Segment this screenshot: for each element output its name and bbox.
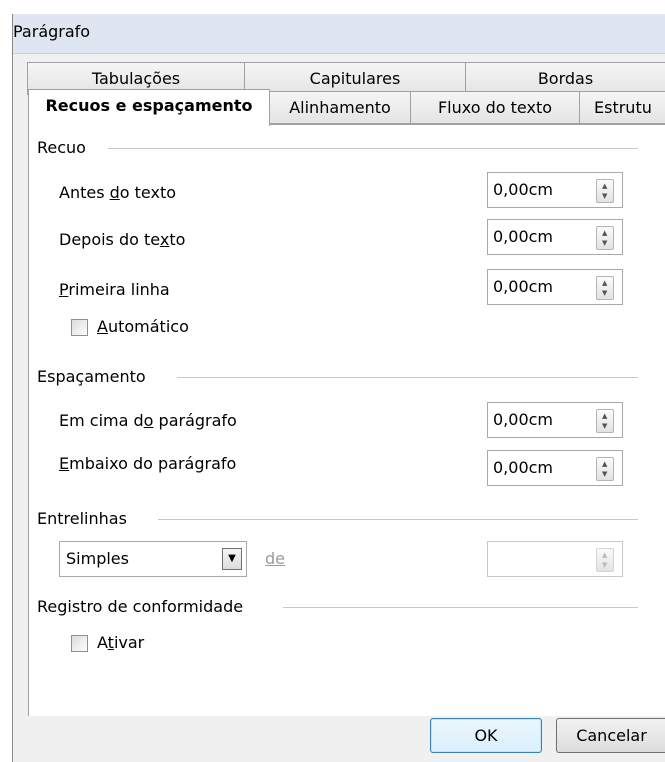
cancel-button[interactable]: Cancelar <box>556 718 665 753</box>
above-paragraph-spinner[interactable]: 0,00cm ▲ ▼ <box>487 402 623 438</box>
below-paragraph-label: Embaixo do parágrafo <box>59 454 237 473</box>
tab-fluxo-do-texto[interactable]: Fluxo do texto <box>410 91 580 124</box>
tab-alinhamento[interactable]: Alinhamento <box>269 91 411 124</box>
screen-background <box>0 0 665 14</box>
indent-section-title: Recuo <box>37 138 94 157</box>
above-paragraph-value: 0,00cm <box>493 410 554 429</box>
after-text-label: Depois do texto <box>59 230 186 249</box>
above-paragraph-label: Em cima do parágrafo <box>59 411 237 430</box>
line-spacing-amount-spinner[interactable]: ▲ ▼ <box>487 541 623 577</box>
paragraph-dialog: Parágrafo Tabulações Capitulares Bordas … <box>12 14 665 762</box>
activate-label: Ativar <box>97 633 145 652</box>
spin-arrows-icon[interactable]: ▲ ▼ <box>596 179 614 203</box>
chevron-down-icon[interactable]: ▼ <box>222 548 242 570</box>
section-divider <box>108 148 638 149</box>
after-text-spinner[interactable]: 0,00cm ▲ ▼ <box>487 219 623 255</box>
first-line-spinner[interactable]: 0,00cm ▲ ▼ <box>487 269 623 305</box>
line-spacing-section-title: Entrelinhas <box>37 509 135 528</box>
ok-button[interactable]: OK <box>430 718 542 753</box>
spin-arrows-icon[interactable]: ▲ ▼ <box>596 276 614 300</box>
after-text-value: 0,00cm <box>493 227 554 246</box>
below-paragraph-spinner[interactable]: 0,00cm ▲ ▼ <box>487 450 623 486</box>
before-text-label: Antes do texto <box>59 183 177 202</box>
automatic-label: Automático <box>97 317 189 336</box>
of-label: de <box>265 549 285 568</box>
section-divider <box>177 377 638 378</box>
tab-estrutura[interactable]: Estrutu <box>579 91 665 124</box>
spin-arrows-icon[interactable]: ▲ ▼ <box>596 409 614 433</box>
register-section-title: Registro de conformidade <box>37 597 252 616</box>
window-title: Parágrafo <box>13 22 91 41</box>
first-line-label: Primeira linha <box>59 280 170 299</box>
section-divider <box>283 607 638 608</box>
spin-arrows-icon[interactable]: ▲ ▼ <box>596 548 614 572</box>
spin-arrows-icon[interactable]: ▲ ▼ <box>596 226 614 250</box>
automatic-checkbox[interactable] <box>71 319 88 336</box>
spin-arrows-icon[interactable]: ▲ ▼ <box>596 457 614 481</box>
spacing-section-title: Espaçamento <box>37 367 154 386</box>
line-spacing-select[interactable]: Simples ▼ <box>59 541 247 577</box>
section-divider <box>158 519 638 520</box>
tab-recuos-espacamento[interactable]: Recuos e espaçamento <box>28 89 270 126</box>
below-paragraph-value: 0,00cm <box>493 458 554 477</box>
first-line-value: 0,00cm <box>493 277 554 296</box>
title-bar: Parágrafo <box>13 14 665 54</box>
before-text-value: 0,00cm <box>493 180 554 199</box>
activate-checkbox[interactable] <box>71 635 88 652</box>
before-text-spinner[interactable]: 0,00cm ▲ ▼ <box>487 172 623 208</box>
line-spacing-value: Simples <box>66 549 129 568</box>
